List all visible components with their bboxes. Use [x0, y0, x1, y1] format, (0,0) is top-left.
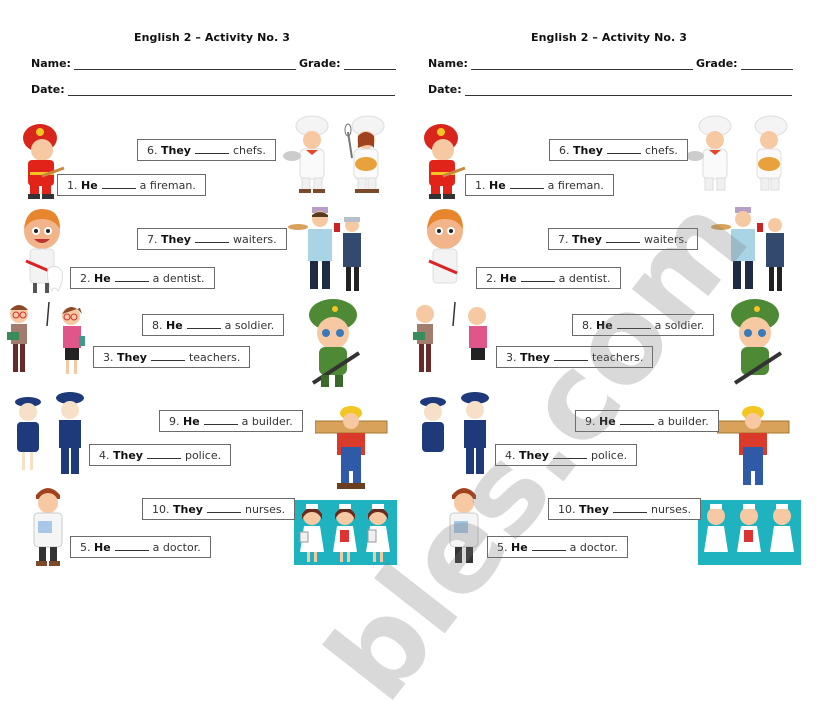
- answer-blank[interactable]: [114, 541, 149, 551]
- answer-blank[interactable]: [203, 415, 238, 425]
- answer-blank[interactable]: [531, 541, 566, 551]
- soldier-illustration: [731, 299, 783, 385]
- sentence-2: 2. He a dentist.: [70, 267, 215, 289]
- sentence-3: 3. They teachers.: [496, 346, 654, 368]
- answer-blank[interactable]: [509, 179, 544, 189]
- doctor-illustration: [33, 488, 63, 566]
- police-illustration: [420, 392, 489, 474]
- grade-label: Grade:: [298, 57, 341, 70]
- sentence-10: 10. They nurses.: [548, 498, 702, 520]
- nurses-icon: [299, 504, 390, 562]
- dentist-illustration: [24, 209, 63, 293]
- sentence-1: 1. He a fireman.: [57, 174, 206, 196]
- teachers-illustration: [413, 301, 487, 372]
- sentence-9: 9. He a builder.: [575, 410, 719, 432]
- chefs-illustration: [283, 115, 385, 193]
- date-blank[interactable]: [67, 84, 395, 96]
- sentence-6: 6. They chefs.: [137, 139, 276, 161]
- nurses-illustration: [698, 500, 801, 565]
- sentence-5: 5. He a doctor.: [487, 536, 628, 558]
- worksheet-left: English 2 – Activity No. 3 Name: Grade: …: [0, 0, 410, 581]
- sentence-4: 4. They police.: [495, 444, 638, 466]
- doctor-illustration: [449, 488, 479, 563]
- nurses-icon: [704, 504, 794, 552]
- grade-blank[interactable]: [740, 58, 793, 70]
- dentist-illustration: [427, 209, 463, 284]
- waiters-illustration: [288, 207, 361, 291]
- name-blank[interactable]: [73, 58, 296, 70]
- nurses-illustration: [294, 500, 397, 565]
- chefs-illustration: [686, 115, 788, 191]
- answer-blank[interactable]: [194, 233, 229, 243]
- name-row: Name: Grade:: [428, 57, 796, 70]
- sentence-4: 4. They police.: [89, 444, 232, 466]
- sentence-8: 8. He a soldier.: [142, 314, 285, 336]
- date-row: Date:: [428, 83, 795, 96]
- answer-blank[interactable]: [612, 503, 647, 513]
- sentence-9: 9. He a builder.: [159, 410, 303, 432]
- fireman-illustration: [424, 124, 466, 199]
- answer-blank[interactable]: [605, 233, 640, 243]
- answer-blank[interactable]: [101, 179, 136, 189]
- sentence-3: 3. They teachers.: [93, 346, 251, 368]
- answer-blank[interactable]: [520, 272, 555, 282]
- date-label: Date:: [428, 83, 462, 96]
- answer-blank[interactable]: [114, 272, 149, 282]
- police-illustration: [15, 392, 84, 474]
- name-label: Name:: [31, 57, 71, 70]
- builder-illustration: [315, 406, 388, 489]
- date-label: Date:: [31, 83, 65, 96]
- waiters-illustration: [711, 207, 784, 291]
- sentence-5: 5. He a doctor.: [70, 536, 211, 558]
- answer-blank[interactable]: [194, 144, 229, 154]
- soldier-illustration: [309, 299, 361, 387]
- name-row: Name: Grade:: [31, 57, 399, 70]
- answer-blank[interactable]: [206, 503, 241, 513]
- name-label: Name:: [428, 57, 468, 70]
- answer-blank[interactable]: [619, 415, 654, 425]
- sentence-1: 1. He a fireman.: [465, 174, 614, 196]
- grade-blank[interactable]: [343, 58, 396, 70]
- builder-illustration: [717, 406, 790, 485]
- sentence-10: 10. They nurses.: [142, 498, 296, 520]
- answer-blank[interactable]: [606, 144, 641, 154]
- worksheet-title: English 2 – Activity No. 3: [133, 31, 291, 44]
- name-blank[interactable]: [470, 58, 693, 70]
- answer-blank[interactable]: [552, 449, 587, 459]
- sentence-2: 2. He a dentist.: [476, 267, 621, 289]
- grade-label: Grade:: [695, 57, 738, 70]
- answer-blank[interactable]: [186, 319, 221, 329]
- sentence-6: 6. They chefs.: [549, 139, 688, 161]
- answer-blank[interactable]: [553, 351, 588, 361]
- answer-blank[interactable]: [616, 319, 651, 329]
- sentence-7: 7. They waiters.: [137, 228, 287, 250]
- worksheet-title: English 2 – Activity No. 3: [530, 31, 688, 44]
- date-row: Date:: [31, 83, 398, 96]
- sentence-7: 7. They waiters.: [548, 228, 698, 250]
- answer-blank[interactable]: [146, 449, 181, 459]
- worksheet-right: English 2 – Activity No. 3 Name: Grade: …: [411, 0, 821, 581]
- sentence-8: 8. He a soldier.: [572, 314, 715, 336]
- answer-blank[interactable]: [150, 351, 185, 361]
- date-blank[interactable]: [464, 84, 792, 96]
- teachers-illustration: [7, 301, 85, 374]
